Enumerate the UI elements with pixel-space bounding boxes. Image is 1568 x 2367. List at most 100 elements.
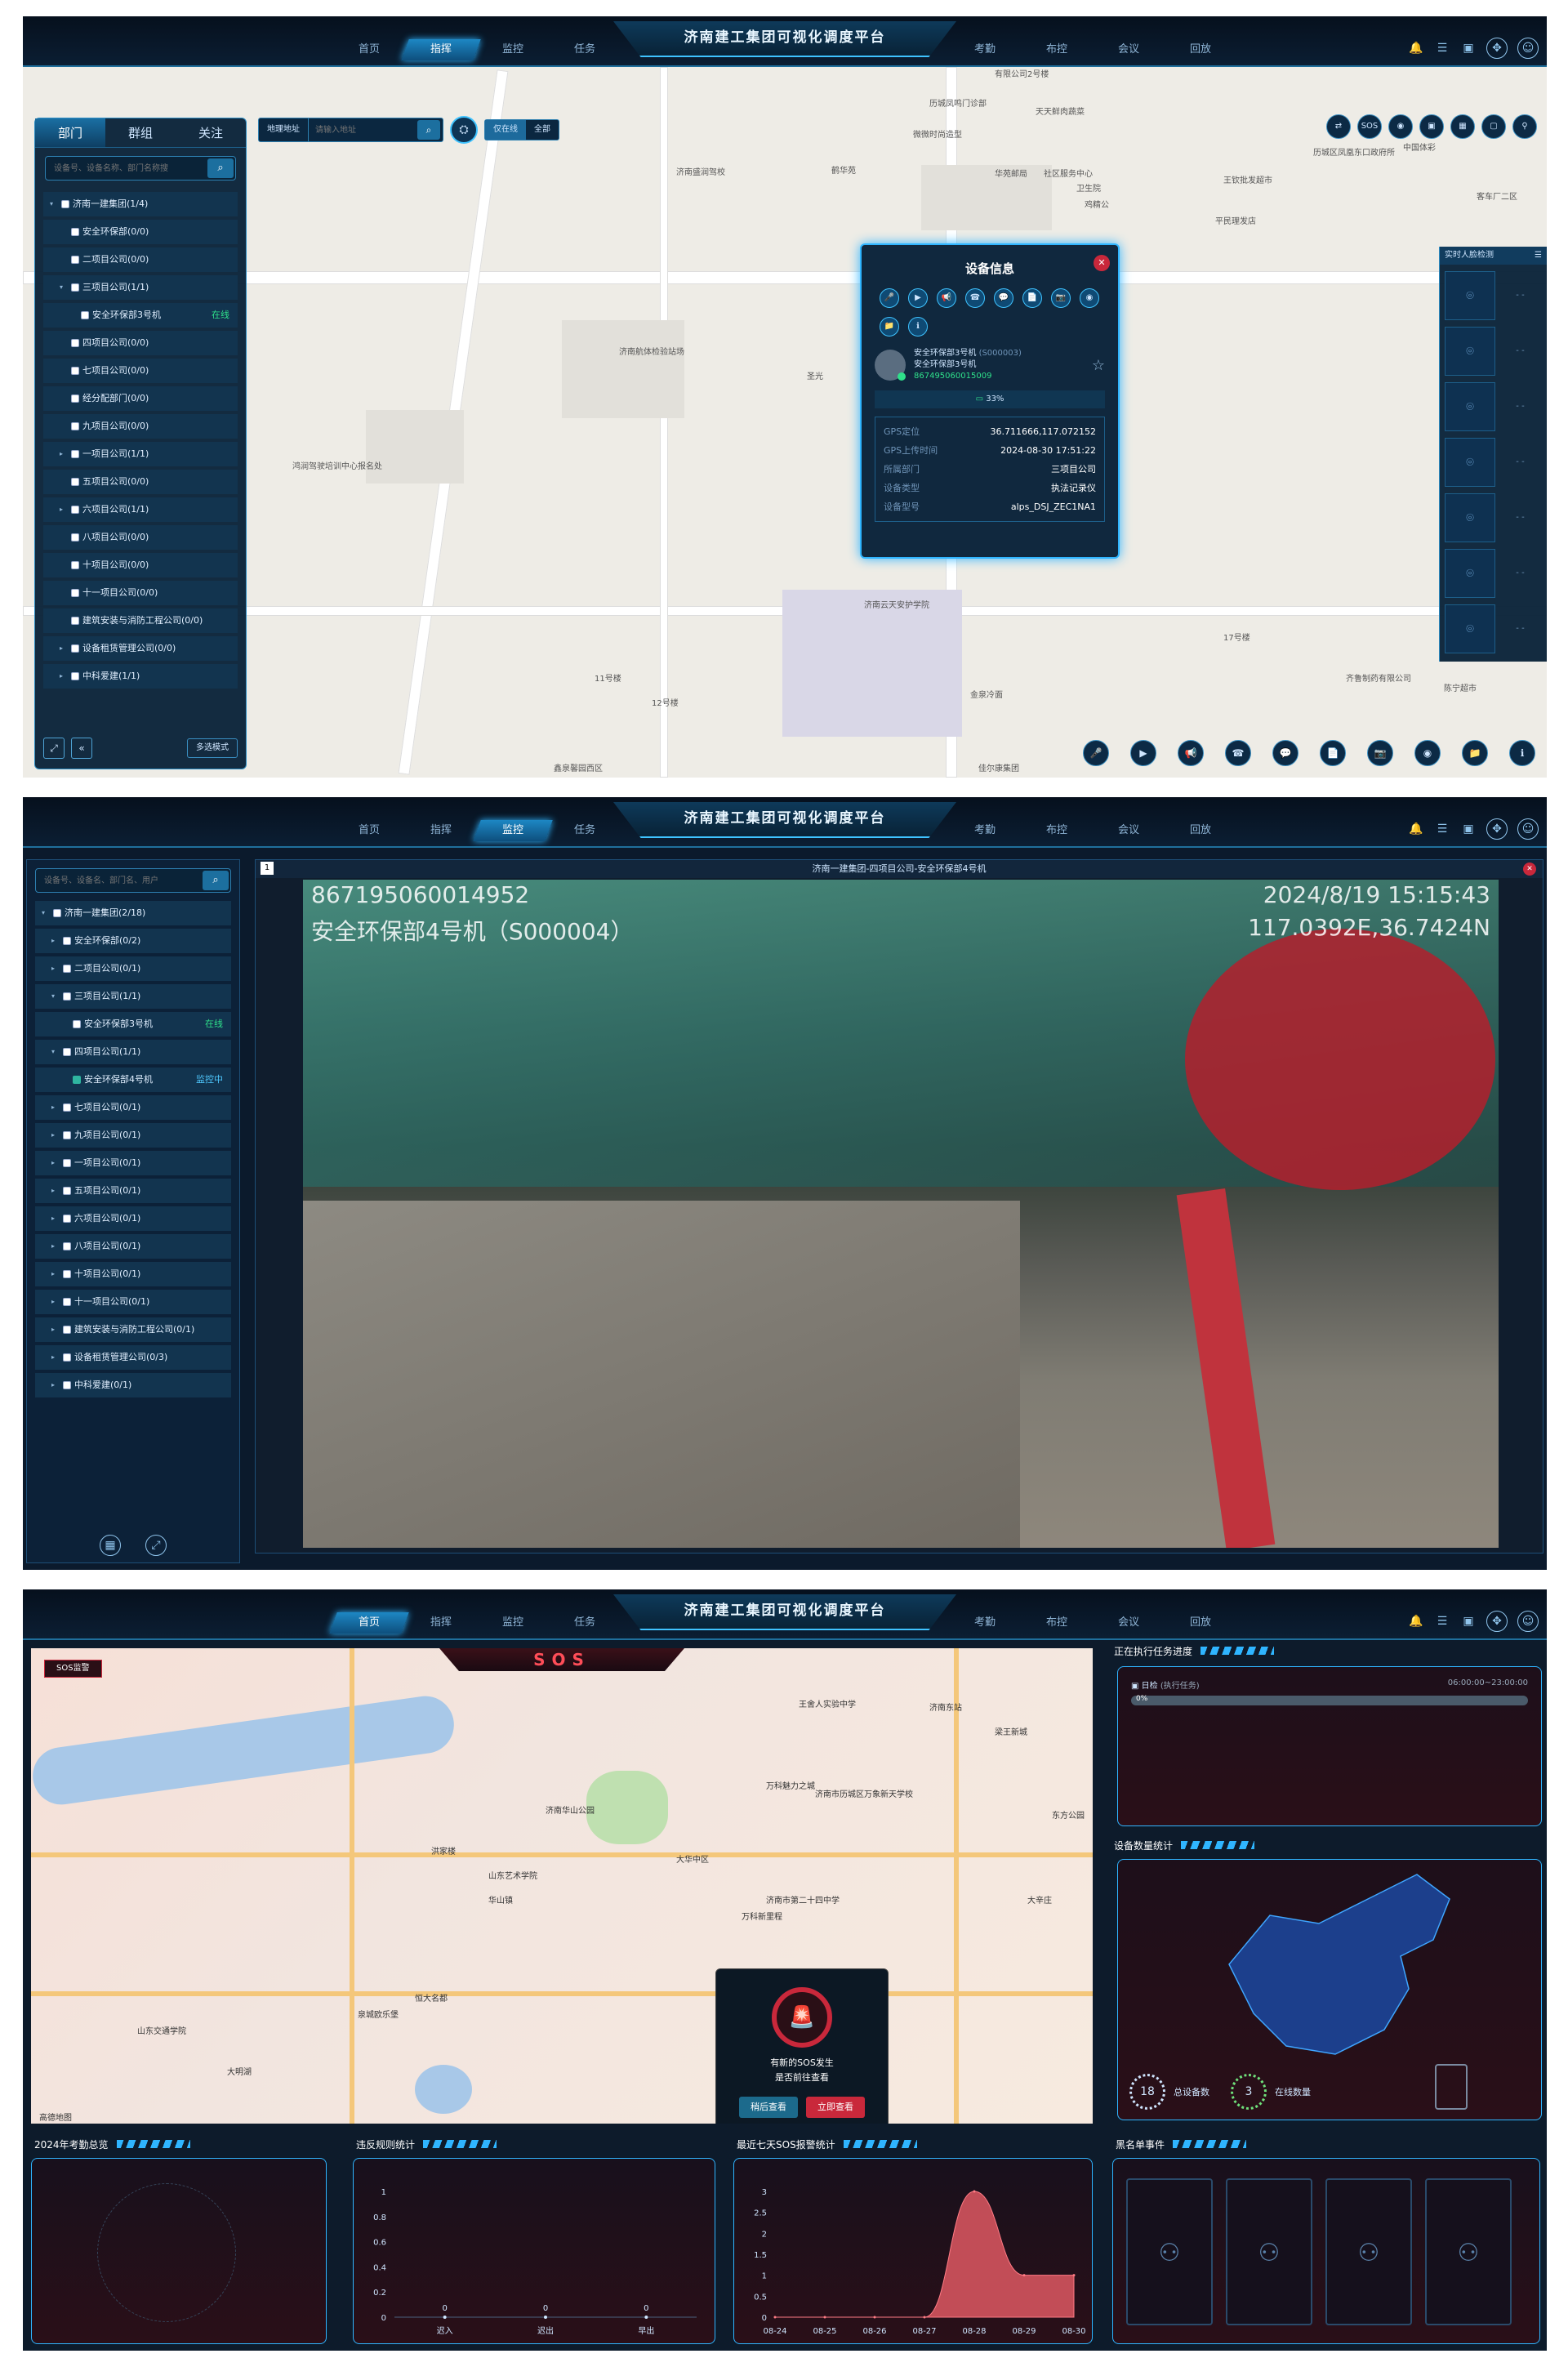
tree-item[interactable]: ▸ 建筑安装与消防工程公司(0/1) — [35, 1317, 231, 1342]
tree-item[interactable]: ▸ 十项目公司(0/1) — [35, 1262, 231, 1286]
nav-r2[interactable]: 会议 — [1089, 39, 1168, 60]
bell-icon[interactable]: 🔔 — [1408, 1613, 1424, 1629]
sos-tag[interactable]: SOS监警 — [44, 1660, 102, 1678]
tree-item[interactable]: ▸ 安全环保部(0/2) — [35, 929, 231, 953]
info-icon[interactable]: ℹ — [908, 317, 928, 337]
checkbox[interactable] — [63, 1381, 71, 1389]
tree-item[interactable]: ▾ 三项目公司(1/1) — [43, 275, 238, 300]
tree-item[interactable]: 九项目公司(0/0) — [43, 414, 238, 439]
checkbox[interactable] — [63, 1298, 71, 1306]
close-icon[interactable]: ✕ — [1523, 863, 1536, 876]
action-tool-icon[interactable]: 📁 — [1462, 740, 1488, 766]
tree-item[interactable]: ▸ 六项目公司(1/1) — [43, 497, 238, 522]
user-icon[interactable]: ☺ — [1517, 1611, 1539, 1632]
nav-r1[interactable]: 布控 — [1017, 39, 1096, 60]
chevron-icon[interactable]: ▸ — [51, 1317, 60, 1342]
checkbox[interactable] — [73, 1076, 81, 1084]
checkbox[interactable] — [63, 937, 71, 945]
view-now-button[interactable]: 立即查看 — [806, 2097, 865, 2118]
checkbox[interactable] — [63, 1215, 71, 1223]
satellite-icon[interactable]: ⛭ — [450, 116, 478, 144]
chevron-icon[interactable]: ▸ — [60, 442, 68, 466]
checkbox[interactable] — [63, 1048, 71, 1056]
locate-icon[interactable]: ✥ — [1486, 1611, 1508, 1632]
tree-item[interactable]: ▸ 六项目公司(0/1) — [35, 1206, 231, 1231]
map[interactable]: 有限公司2号楼 历城凤鸣门诊部 天天鲜肉蔬菜 微微时尚造型 济南盛润驾校 鹤华苑 华苑邮局 社… — [23, 67, 1547, 778]
chevron-icon[interactable]: ▸ — [51, 1095, 60, 1120]
checkbox[interactable] — [71, 228, 79, 236]
checkbox[interactable] — [53, 909, 61, 917]
checkbox[interactable] — [63, 1242, 71, 1250]
map-tool-icon[interactable]: ◉ — [1388, 114, 1413, 139]
nav-0[interactable]: 首页 — [329, 1612, 409, 1634]
message-icon[interactable]: 💬 — [994, 288, 1013, 308]
nav-0[interactable]: 首页 — [329, 39, 408, 60]
nav-2[interactable]: 监控 — [473, 820, 553, 841]
user-icon[interactable]: ☺ — [1517, 38, 1539, 59]
map-tool-icon[interactable]: ▦ — [1450, 114, 1475, 139]
fullscreen-icon[interactable]: ⤢ — [145, 1535, 167, 1556]
nav-r2[interactable]: 会议 — [1089, 820, 1168, 841]
map-tool-icon[interactable]: ▣ — [1419, 114, 1444, 139]
file-icon[interactable]: 📄 — [1022, 288, 1042, 308]
chevron-icon[interactable]: ▸ — [51, 1262, 60, 1286]
chevron-icon[interactable]: ▾ — [51, 984, 60, 1009]
nav-1[interactable]: 指挥 — [401, 39, 481, 60]
action-tool-icon[interactable]: ▶ — [1130, 740, 1156, 766]
tree-item[interactable]: 五项目公司(0/0) — [43, 470, 238, 494]
tree-item[interactable]: 八项目公司(0/0) — [43, 525, 238, 550]
search-icon[interactable]: ⌕ — [417, 120, 440, 140]
chevron-icon[interactable]: ▸ — [51, 1373, 60, 1397]
nav-r1[interactable]: 布控 — [1017, 820, 1096, 841]
grid-icon[interactable]: ▦ — [100, 1535, 121, 1556]
video-stream[interactable]: 867195060014952 安全环保部4号机（S000004） 2024/8… — [303, 880, 1499, 1548]
map-tool-icon[interactable]: SOS — [1357, 114, 1382, 139]
list-icon[interactable]: ☰ — [1434, 40, 1450, 56]
collapse-icon[interactable]: « — [71, 738, 92, 759]
broadcast-icon[interactable]: 📢 — [937, 288, 956, 308]
search-icon[interactable]: ⌕ — [207, 158, 234, 178]
face-slot[interactable]: ⌾ - - — [1445, 327, 1542, 376]
action-tool-icon[interactable]: 💬 — [1272, 740, 1298, 766]
checkbox[interactable] — [71, 283, 79, 292]
nav-r2[interactable]: 会议 — [1089, 1612, 1168, 1634]
bell-icon[interactable]: 🔔 — [1408, 821, 1424, 837]
action-tool-icon[interactable]: ◉ — [1414, 740, 1441, 766]
tree-item[interactable]: ▸ 设备租赁管理公司(0/0) — [43, 636, 238, 661]
checkbox[interactable] — [63, 1270, 71, 1278]
checkbox[interactable] — [61, 200, 69, 208]
chevron-icon[interactable]: ▾ — [50, 192, 58, 216]
camera-icon[interactable]: 📷 — [1051, 288, 1071, 308]
locate-icon[interactable]: ✥ — [1486, 38, 1508, 59]
bell-icon[interactable]: 🔔 — [1408, 40, 1424, 56]
checkbox[interactable] — [63, 1353, 71, 1362]
all-button[interactable]: 全部 — [526, 120, 559, 140]
tab-0[interactable]: 部门 — [35, 118, 105, 147]
tree-item[interactable]: 二项目公司(0/0) — [43, 247, 238, 272]
search-icon[interactable]: ⌕ — [203, 871, 229, 890]
chevron-icon[interactable]: ▾ — [42, 901, 50, 925]
nav-r3[interactable]: 回放 — [1160, 820, 1240, 841]
multi-select-button[interactable]: 多选模式 — [187, 738, 238, 758]
action-tool-icon[interactable]: ☎ — [1225, 740, 1251, 766]
checkbox[interactable] — [71, 561, 79, 569]
checkbox[interactable] — [71, 339, 79, 347]
checkbox[interactable] — [63, 1131, 71, 1139]
nav-2[interactable]: 监控 — [473, 1612, 552, 1634]
nav-1[interactable]: 指挥 — [401, 820, 480, 841]
tree-item[interactable]: 安全环保部(0/0) — [43, 220, 238, 244]
checkbox[interactable] — [63, 992, 71, 1001]
chevron-icon[interactable]: ▸ — [60, 497, 68, 522]
action-tool-icon[interactable]: 📢 — [1178, 740, 1204, 766]
tree-item[interactable]: ▸ 一项目公司(0/1) — [35, 1151, 231, 1175]
tree-item[interactable]: 经分配部门(0/0) — [43, 386, 238, 411]
face-slot[interactable]: ⌾ - - — [1445, 549, 1542, 598]
nav-3[interactable]: 任务 — [545, 1612, 624, 1634]
user-icon[interactable]: ☺ — [1517, 818, 1539, 840]
nav-r0[interactable]: 考勤 — [945, 39, 1024, 60]
checkbox[interactable] — [71, 394, 79, 403]
checkbox[interactable] — [63, 1159, 71, 1167]
chevron-icon[interactable]: ▸ — [51, 1206, 60, 1231]
checkbox[interactable] — [71, 617, 79, 625]
tree-item[interactable]: ▸ 设备租赁管理公司(0/3) — [35, 1345, 231, 1370]
